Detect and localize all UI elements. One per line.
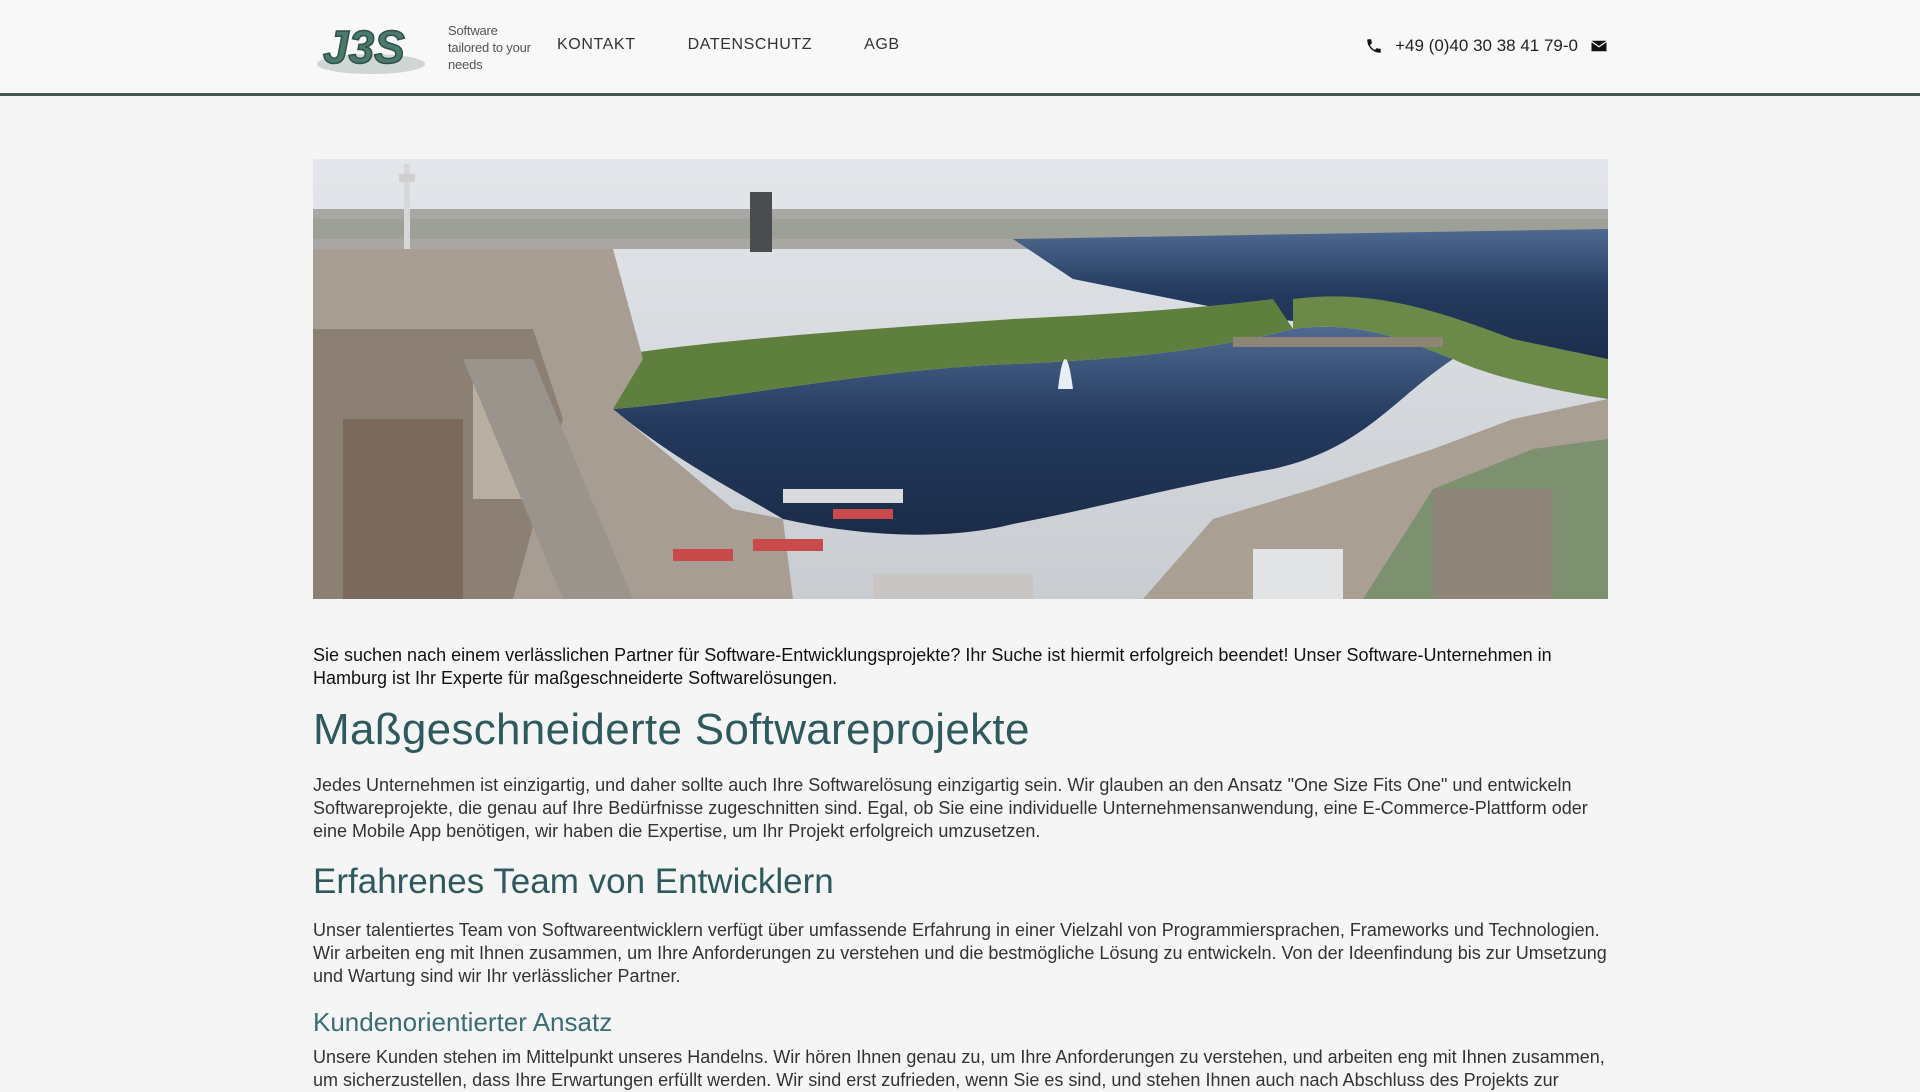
heading-customer-approach: Kundenorientierter Ansatz <box>313 1007 613 1037</box>
j3s-logo: J3S <box>317 20 425 74</box>
tagline-line: tailored to your <box>448 40 531 55</box>
main-nav: KONTAKT DATENSCHUTZ AGB <box>557 36 900 54</box>
logo-tagline: Software tailored to your needs <box>448 22 540 73</box>
site-header: J3S Software tailored to your needs KONT… <box>0 0 1920 96</box>
nav-agb[interactable]: AGB <box>864 36 900 54</box>
logo-link[interactable]: J3S Software tailored to your needs <box>313 16 531 80</box>
tagline-line: Software <box>448 23 498 38</box>
main-content: Sie suchen nach einem verlässlichen Part… <box>313 644 1608 1092</box>
paragraph-tailored-projects: Jedes Unternehmen ist einzigartig, und d… <box>313 775 1588 841</box>
paragraph-experienced-team: Unser talentiertes Team von Softwareentw… <box>313 920 1607 986</box>
aerial-city-lake-photo <box>313 159 1608 599</box>
tagline-line: needs <box>448 57 483 72</box>
phone-number-link[interactable]: +49 (0)40 30 38 41 79-0 <box>1395 36 1578 56</box>
hero-image <box>313 159 1608 599</box>
heading-experienced-team: Erfahrenes Team von Entwicklern <box>313 862 834 901</box>
heading-tailored-projects: Maßgeschneiderte Softwareprojekte <box>313 705 1030 754</box>
header-contact: +49 (0)40 30 38 41 79-0 <box>1365 36 1608 56</box>
nav-kontakt[interactable]: KONTAKT <box>557 36 636 54</box>
nav-datenschutz[interactable]: DATENSCHUTZ <box>688 36 813 54</box>
svg-text:J3S: J3S <box>323 21 405 73</box>
intro-text: Sie suchen nach einem verlässlichen Part… <box>313 645 1552 688</box>
envelope-icon[interactable] <box>1590 37 1608 55</box>
paragraph-customer-approach: Unsere Kunden stehen im Mittelpunkt unse… <box>313 1047 1605 1090</box>
phone-icon <box>1365 37 1383 55</box>
